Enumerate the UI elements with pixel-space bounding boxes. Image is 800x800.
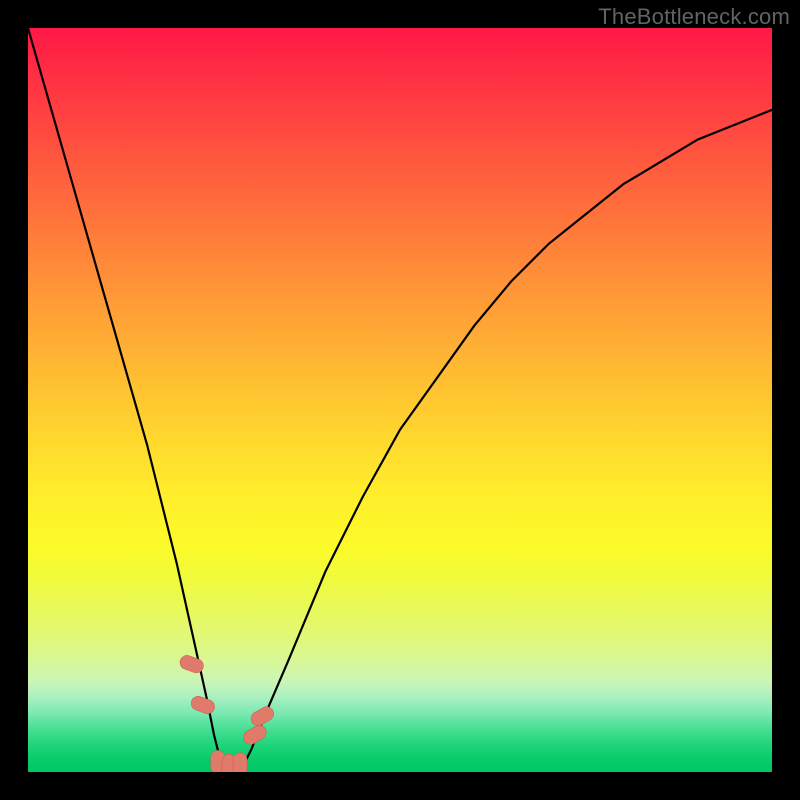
- bottleneck-curve: [28, 28, 772, 772]
- curve-marker: [233, 753, 247, 772]
- watermark-text: TheBottleneck.com: [598, 4, 790, 30]
- chart-frame: TheBottleneck.com: [0, 0, 800, 800]
- curve-marker: [189, 694, 216, 715]
- curve-layer: [28, 28, 772, 772]
- marker-group: [178, 653, 276, 772]
- plot-area: [28, 28, 772, 772]
